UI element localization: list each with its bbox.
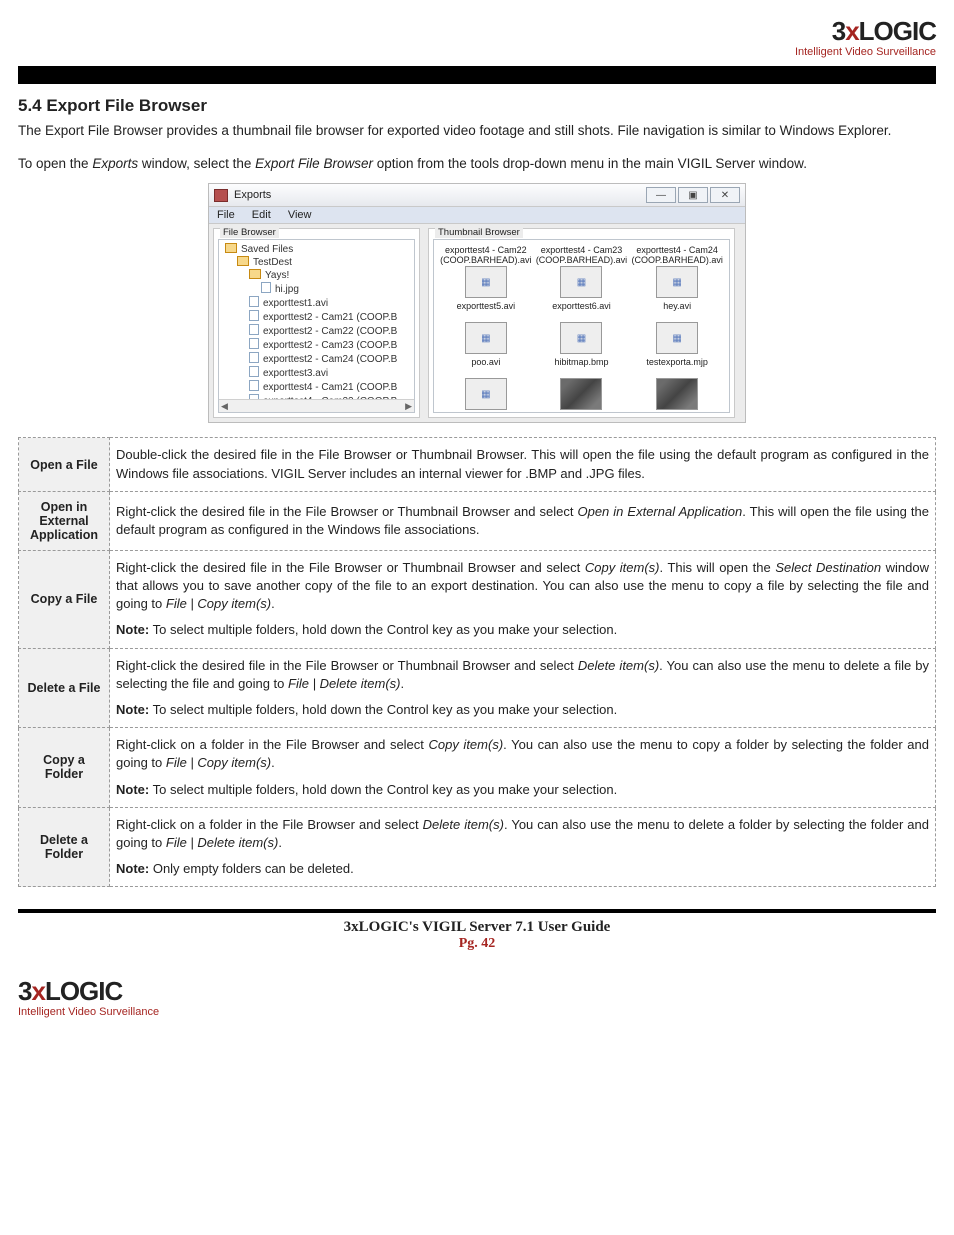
- video-thumbnail-icon: ▦: [656, 266, 698, 298]
- action-description: Right-click on a folder in the File Brow…: [110, 728, 936, 808]
- file-tree[interactable]: Saved FilesTestDestYays!hi.jpgexporttest…: [218, 239, 415, 413]
- thumbnail-item[interactable]: exporttest4 - Cam23 (COOP.BARHEAD).avi▦: [536, 246, 628, 298]
- exports-window: Exports — ▣ ✕ File Edit View File Browse…: [208, 183, 746, 423]
- action-description: Right-click the desired file in the File…: [110, 648, 936, 728]
- table-row: Copy a FileRight-click the desired file …: [19, 550, 936, 648]
- tree-scrollbar[interactable]: ◀ ▶: [219, 399, 414, 412]
- action-name: Copy a File: [19, 550, 110, 648]
- tree-item[interactable]: exporttest2 - Cam23 (COOP.B: [249, 338, 410, 352]
- logo-tagline: Intelligent Video Surveillance: [18, 1006, 936, 1018]
- thumbnail-item[interactable]: poo.avi▦: [440, 358, 532, 410]
- thumbnail-item[interactable]: testexporta.mjp: [631, 358, 723, 410]
- thumbnail-label: exporttest4 - Cam22 (COOP.BARHEAD).avi: [440, 246, 531, 266]
- video-thumbnail-icon: ▦: [560, 266, 602, 298]
- logo-text: 3xLOGIC: [18, 978, 122, 1004]
- tree-item[interactable]: exporttest2 - Cam21 (COOP.B: [249, 310, 410, 324]
- action-description: Right-click the desired file in the File…: [110, 550, 936, 648]
- tree-item[interactable]: exporttest1.avi: [249, 296, 410, 310]
- video-thumbnail-icon: ▦: [465, 266, 507, 298]
- window-title: Exports: [234, 189, 271, 201]
- thumbnail-browser-label: Thumbnail Browser: [435, 227, 523, 238]
- menu-bar: File Edit View: [209, 207, 745, 224]
- thumbnail-label: testexporta.mjp: [646, 358, 708, 378]
- tree-item[interactable]: Yays!: [249, 269, 410, 282]
- thumbnail-label: exporttest4 - Cam23 (COOP.BARHEAD).avi: [536, 246, 627, 266]
- action-description: Right-click the desired file in the File…: [110, 491, 936, 550]
- action-name: Open a File: [19, 438, 110, 491]
- action-name: Delete a File: [19, 648, 110, 728]
- thumbnail-label: exporttest4 - Cam24 (COOP.BARHEAD).avi: [631, 246, 722, 266]
- video-thumbnail-icon: ▦: [560, 322, 602, 354]
- thumbnail-item[interactable]: exporttest6.avi▦: [536, 302, 628, 354]
- video-thumbnail-icon: ▦: [465, 378, 507, 410]
- howto-paragraph: To open the Exports window, select the E…: [18, 155, 936, 173]
- tree-item[interactable]: exporttest3.avi: [249, 366, 410, 380]
- action-name: Open in External Appli­cation: [19, 491, 110, 550]
- window-titlebar: Exports — ▣ ✕: [209, 184, 745, 207]
- intro-paragraph: The Export File Browser provides a thumb…: [18, 122, 936, 140]
- table-row: Open in External Appli­cationRight-click…: [19, 491, 936, 550]
- image-thumbnail-icon: [656, 378, 698, 410]
- action-name: Delete a Folder: [19, 807, 110, 887]
- thumbnail-item[interactable]: exporttest4 - Cam22 (COOP.BARHEAD).avi▦: [440, 246, 532, 298]
- tree-item[interactable]: exporttest2 - Cam24 (COOP.B: [249, 352, 410, 366]
- action-name: Copy a Folder: [19, 728, 110, 808]
- header-logo: 3xLOGIC Intelligent Video Surveillance: [18, 18, 936, 58]
- action-description: Right-click on a folder in the File Brow…: [110, 807, 936, 887]
- thumbnail-item[interactable]: hibitmap.bmp: [536, 358, 628, 410]
- minimize-button[interactable]: —: [646, 187, 676, 203]
- maximize-button[interactable]: ▣: [678, 187, 708, 203]
- logo-tagline: Intelligent Video Surveillance: [18, 46, 936, 58]
- close-button[interactable]: ✕: [710, 187, 740, 203]
- thumbnail-grid[interactable]: exporttest4 - Cam22 (COOP.BARHEAD).avi▦e…: [433, 239, 730, 413]
- menu-edit[interactable]: Edit: [252, 209, 271, 221]
- thumbnail-item[interactable]: exporttest5.avi▦: [440, 302, 532, 354]
- thumbnail-label: hey.avi: [663, 302, 691, 322]
- file-browser-panel: File Browser Saved FilesTestDestYays!hi.…: [213, 228, 420, 418]
- image-thumbnail-icon: [560, 378, 602, 410]
- footer-title: 3xLOGIC's VIGIL Server 7.1 User Guide: [18, 919, 936, 936]
- thumbnail-browser-panel: Thumbnail Browser exporttest4 - Cam22 (C…: [428, 228, 735, 418]
- section-title: 5.4 Export File Browser: [18, 96, 936, 116]
- action-description: Double-click the desired file in the Fil…: [110, 438, 936, 491]
- tree-item[interactable]: exporttest2 - Cam22 (COOP.B: [249, 324, 410, 338]
- footer-logo: 3xLOGIC Intelligent Video Surveillance: [18, 978, 936, 1018]
- table-row: Delete a FileRight-click the desired fil…: [19, 648, 936, 728]
- table-row: Copy a FolderRight-click on a folder in …: [19, 728, 936, 808]
- table-row: Open a FileDouble-click the desired file…: [19, 438, 936, 491]
- tree-item[interactable]: exporttest4 - Cam21 (COOP.B: [249, 380, 410, 394]
- menu-view[interactable]: View: [288, 209, 312, 221]
- menu-file[interactable]: File: [217, 209, 235, 221]
- thumbnail-label: poo.avi: [471, 358, 500, 378]
- header-divider: [18, 66, 936, 84]
- file-browser-label: File Browser: [220, 227, 279, 238]
- video-thumbnail-icon: ▦: [465, 322, 507, 354]
- footer-page-number: Pg. 42: [18, 936, 936, 952]
- page-footer: 3xLOGIC's VIGIL Server 7.1 User Guide Pg…: [18, 909, 936, 952]
- logo-text: 3xLOGIC: [832, 18, 936, 44]
- thumbnail-item[interactable]: exporttest4 - Cam24 (COOP.BARHEAD).avi▦: [631, 246, 723, 298]
- thumbnail-label: exporttest5.avi: [457, 302, 516, 322]
- table-row: Delete a FolderRight-click on a folder i…: [19, 807, 936, 887]
- tree-item[interactable]: hi.jpg: [261, 282, 410, 296]
- thumbnail-label: hibitmap.bmp: [554, 358, 608, 378]
- thumbnail-label: exporttest6.avi: [552, 302, 611, 322]
- video-thumbnail-icon: ▦: [656, 322, 698, 354]
- window-icon: [214, 189, 228, 202]
- actions-table: Open a FileDouble-click the desired file…: [18, 437, 936, 887]
- tree-item[interactable]: TestDest: [237, 256, 410, 269]
- thumbnail-item[interactable]: hey.avi▦: [631, 302, 723, 354]
- tree-item[interactable]: Saved Files: [225, 243, 410, 256]
